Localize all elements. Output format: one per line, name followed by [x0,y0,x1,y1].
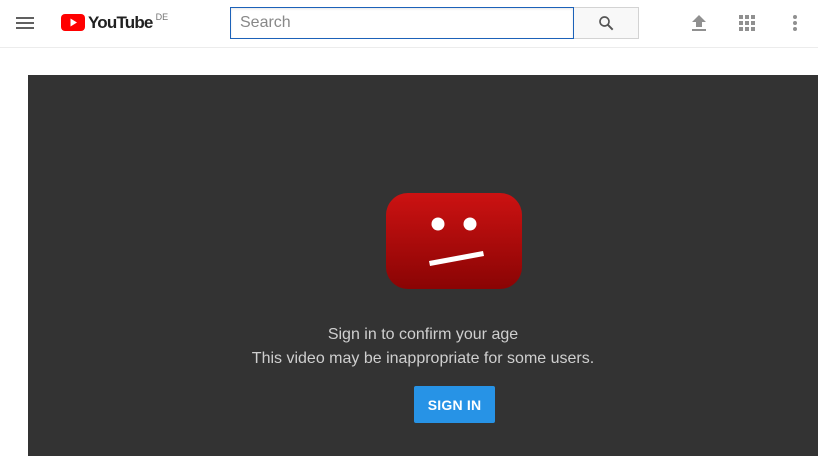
error-reason: Sign in to confirm your age [327,326,519,343]
masthead: YouTube DE [0,0,818,48]
apps-grid-icon [739,15,755,31]
settings-more-button[interactable] [783,11,807,35]
sad-youtube-play-icon [386,193,522,289]
upload-button[interactable] [687,11,711,35]
search-button[interactable] [574,7,639,39]
sign-in-button[interactable]: SIGN IN [414,386,495,423]
apps-button[interactable] [735,11,759,35]
country-code: DE [155,12,169,22]
logo-wordmark: YouTube [88,13,153,32]
video-player: Sign in to confirm your age This video m… [28,75,818,456]
menu-icon [16,17,34,29]
error-subreason: This video may be inappropriate for some… [251,350,595,367]
guide-menu-button[interactable] [12,10,40,38]
search-icon [599,16,614,31]
upload-icon [692,15,706,31]
youtube-logo-icon [61,14,85,31]
more-vert-icon [793,15,797,31]
youtube-logo[interactable]: YouTube DE [61,12,168,36]
search-input[interactable] [231,8,573,38]
search-box [230,7,574,39]
